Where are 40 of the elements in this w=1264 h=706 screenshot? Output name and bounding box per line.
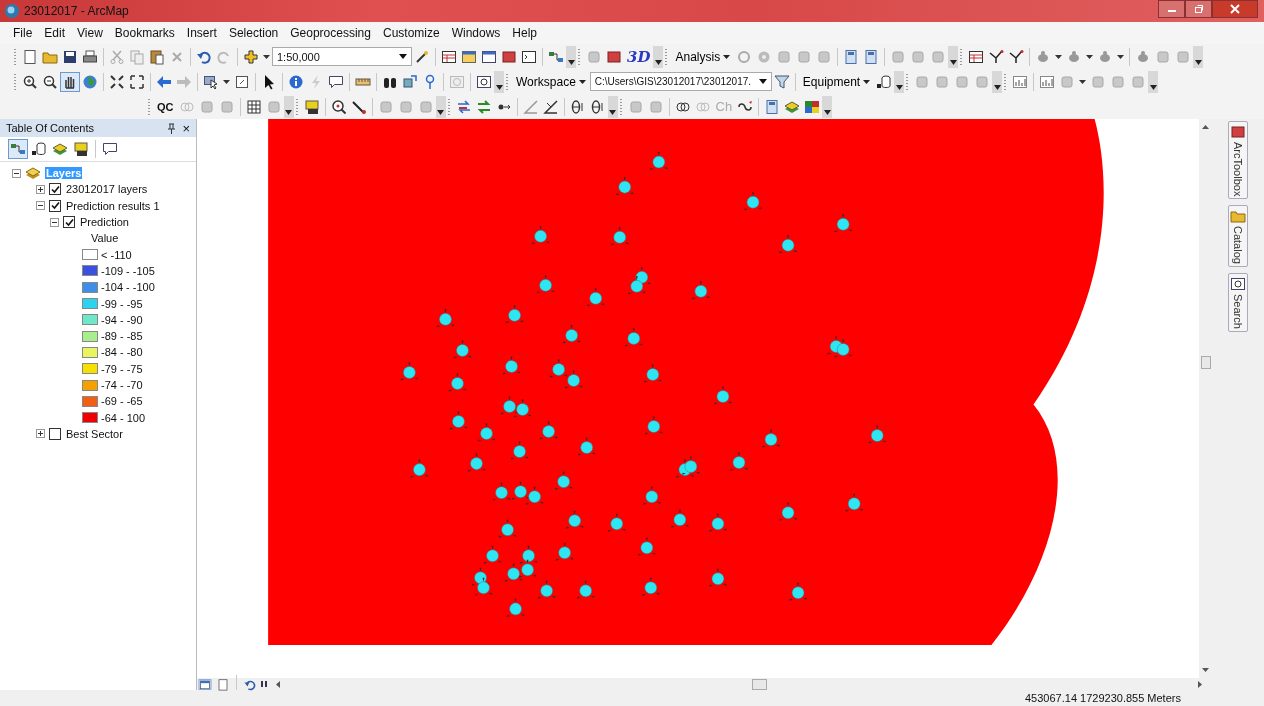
dropdown-button[interactable]: Analysis <box>671 49 735 64</box>
menu-item[interactable]: Geoprocessing <box>285 25 376 41</box>
legend-label: < -110 <box>100 248 133 261</box>
legend-label: -74 - -70 <box>100 379 144 391</box>
legend-label: -64 - 100 <box>100 411 147 424</box>
toolbar-button[interactable]: QC <box>154 100 177 113</box>
legend-label: -104 - -100 <box>100 281 156 294</box>
dock-tab[interactable]: ArcToolbox <box>1228 121 1248 200</box>
legend-label: -69 - -65 <box>100 395 144 408</box>
legend-label: -99 - -95 <box>100 297 144 310</box>
legend-label: -109 - -105 <box>100 264 156 277</box>
menu-item[interactable]: Customize <box>377 25 445 41</box>
legend-heading: Value <box>90 232 120 245</box>
combo-box[interactable]: 1:50,000 <box>272 47 412 66</box>
menu-item[interactable]: Edit <box>39 25 71 41</box>
menu-item[interactable]: Insert <box>181 25 222 41</box>
menu-item[interactable]: Selection <box>223 25 284 41</box>
tree-item[interactable]: Prediction results 1 <box>65 199 161 212</box>
menu-item[interactable]: File <box>8 25 38 41</box>
panel-title: Table Of Contents <box>6 122 96 134</box>
menu-item[interactable]: Help <box>507 25 543 41</box>
toolbar-button[interactable]: 3D <box>624 47 654 66</box>
coordinates-readout: 453067.14 1729230.855 Meters <box>1025 692 1181 704</box>
legend-label: -84 - -80 <box>100 346 144 359</box>
combo-box[interactable]: C:\Users\GIS\23012017\23012017. <box>589 72 772 91</box>
tree-item[interactable]: Best Sector <box>65 427 124 440</box>
menu-item[interactable]: Bookmarks <box>109 25 180 41</box>
dropdown-button[interactable]: Workspace <box>512 74 590 89</box>
dock-tab[interactable]: Search <box>1228 273 1248 333</box>
menu-item[interactable]: Windows <box>446 25 506 41</box>
legend-label: -94 - -90 <box>100 313 144 326</box>
legend-label: -89 - -85 <box>100 330 144 343</box>
dock-tab[interactable]: Catalog <box>1228 205 1248 268</box>
menu-item[interactable]: View <box>72 25 108 41</box>
close-button[interactable]: × <box>182 120 190 136</box>
tree-item[interactable]: Prediction <box>79 216 130 229</box>
tree-item[interactable]: 23012017 layers <box>65 183 149 196</box>
legend-label: -79 - -75 <box>100 362 144 375</box>
dropdown-button[interactable]: Equipment <box>798 74 875 89</box>
window-title: 23012017 - ArcMap <box>24 4 129 18</box>
